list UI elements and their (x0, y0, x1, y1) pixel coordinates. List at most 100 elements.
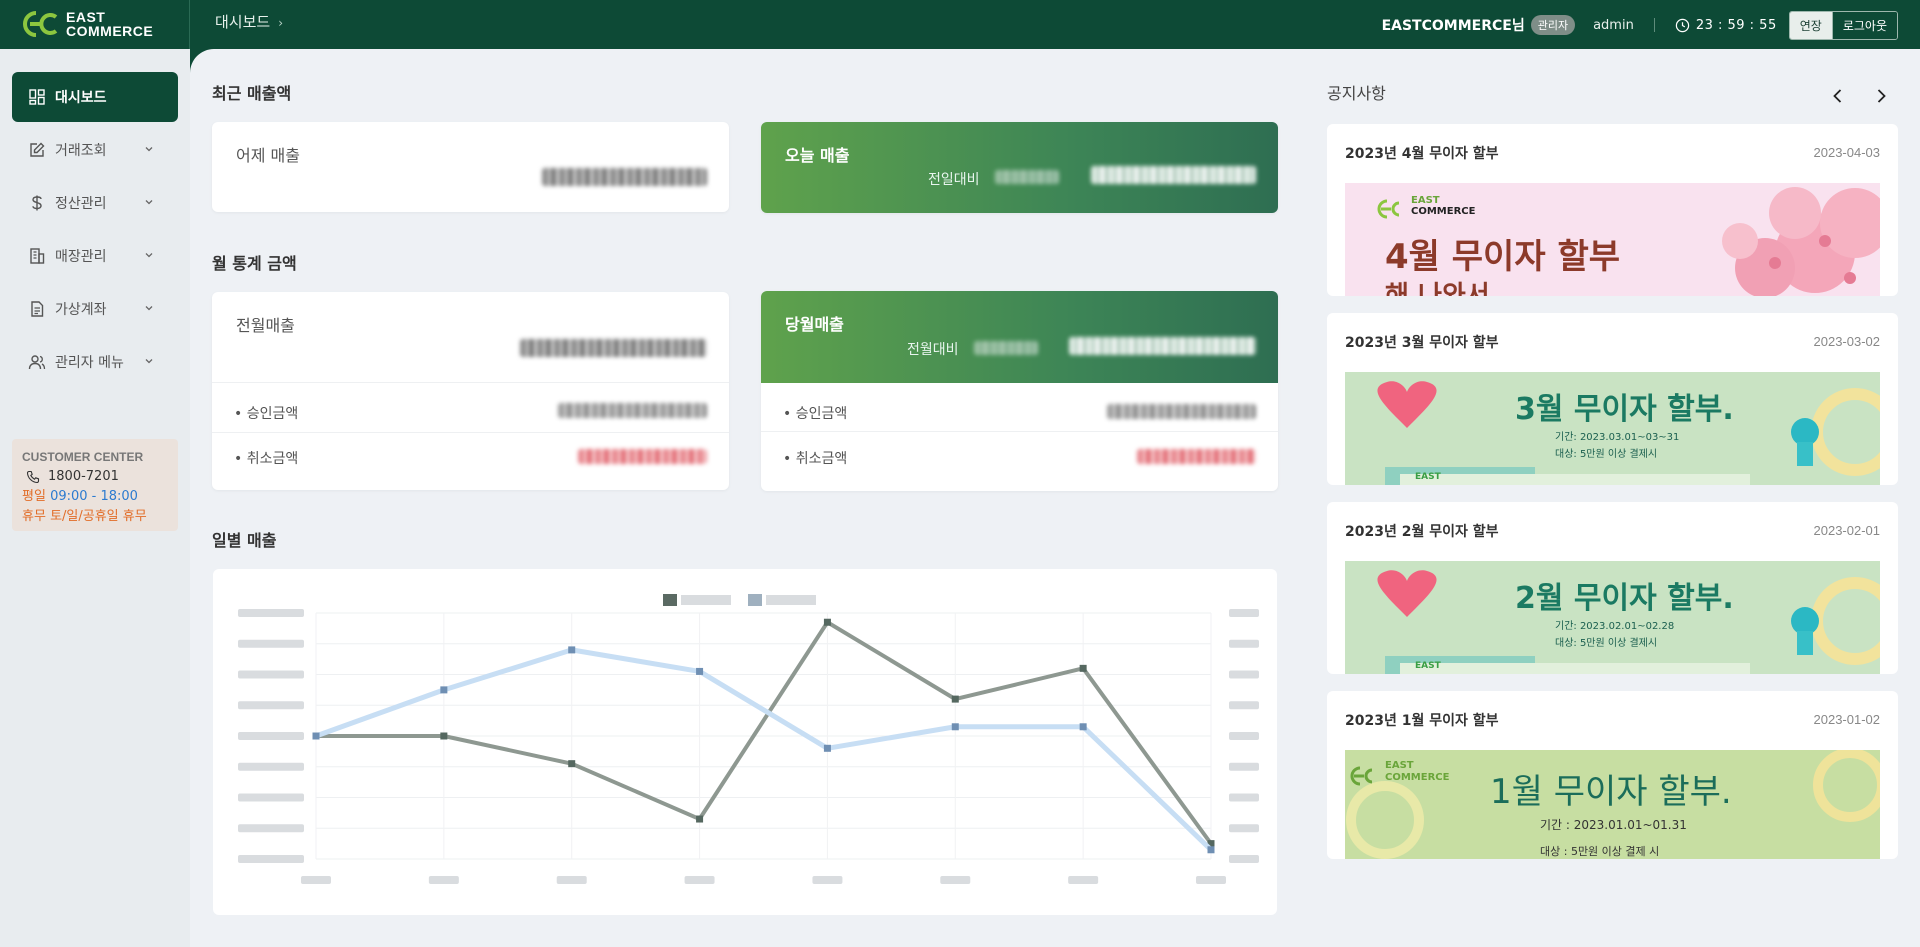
card-label: 오늘 매출 (785, 146, 850, 165)
y2-tick-label (1229, 609, 1259, 617)
data-point (696, 667, 704, 675)
notice-date: 2023-04-03 (1813, 145, 1881, 160)
sidebar-item-label: 대시보드 (55, 90, 107, 106)
divider (212, 432, 729, 433)
sidebar-item-admin-menu[interactable]: 관리자 메뉴 (12, 337, 178, 387)
prev-month-value (520, 339, 707, 357)
x-tick-label (1196, 876, 1226, 884)
prev-month-card: 전월매출 • 승인금액 • 취소금액 (212, 292, 729, 490)
y-tick-label (238, 793, 304, 802)
banner-brand: EAST (1415, 472, 1441, 482)
session-timer: 23 : 59 : 55 (1695, 17, 1777, 33)
sidebar-item-transactions[interactable]: 거래조회 (12, 125, 178, 175)
chart-canvas (238, 594, 1259, 884)
banner-title: 3월 무이자 할부. (1515, 392, 1734, 427)
notice-date: 2023-03-02 (1813, 334, 1881, 349)
x-tick-label (812, 876, 843, 884)
customer-center: CUSTOMER CENTER 1800-7201 평일 09:00 - 18:… (12, 439, 178, 531)
notice-item[interactable]: 2023년 3월 무이자 할부 2023-03-02 3월 무이자 할부. 기간… (1327, 313, 1898, 485)
chevron-down-icon (145, 306, 153, 311)
banner-period: 기간: 2023.03.01~03~31 (1555, 432, 1680, 443)
chevron-right-icon: › (278, 16, 284, 30)
building-icon (30, 248, 45, 264)
compare-value (995, 170, 1059, 184)
divider (1653, 18, 1655, 32)
breadcrumb-item[interactable]: 대시보드 (215, 13, 270, 31)
logo[interactable]: EAST COMMERCE (20, 7, 170, 41)
compare-label: 전일대비 (928, 172, 980, 188)
banner-target: 대상: 5만원 이상 결제시 (1555, 638, 1658, 649)
x-tick-label (940, 876, 971, 884)
admin-id: admin (1593, 17, 1634, 33)
prev-notice-button[interactable] (1826, 84, 1850, 108)
banner-brand: EAST (1415, 661, 1441, 671)
sidebar-item-label: 관리자 메뉴 (55, 355, 124, 371)
series-line (316, 620, 1213, 845)
notice-banner: 2월 무이자 할부. 기간: 2023.02.01~02.28 대상: 5만원 … (1345, 561, 1880, 674)
yesterday-sales-card: 어제 매출 (212, 122, 729, 212)
y2-tick-label (1229, 855, 1259, 863)
session-buttons: 연장 로그아웃 (1788, 10, 1898, 40)
y-tick-label (238, 639, 304, 648)
next-notice-button[interactable] (1869, 84, 1893, 108)
data-point (823, 618, 831, 626)
user-area: EASTCOMMERCE님 관리자 admin 23 : 59 : 55 연장 … (1382, 9, 1898, 41)
breadcrumb: 대시보드 › (215, 11, 283, 32)
sidebar-item-settlement[interactable]: 정산관리 (12, 178, 178, 228)
data-point (312, 732, 320, 740)
legend-swatch (748, 594, 762, 606)
sidebar-item-stores[interactable]: 매장관리 (12, 231, 178, 281)
curr-month-header: 당월매출 전월대비 (761, 291, 1278, 383)
banner-title: 1월 무이자 할부. (1490, 772, 1732, 812)
extend-session-button[interactable]: 연장 (1789, 11, 1832, 39)
logout-button[interactable]: 로그아웃 (1831, 11, 1897, 39)
y2-tick-label (1229, 701, 1259, 710)
banner-period: 기간 : 2023.01.01~01.31 (1540, 818, 1687, 832)
notice-item[interactable]: 2023년 1월 무이자 할부 2023-01-02 EAST COMMERCE… (1327, 691, 1898, 859)
notice-item[interactable]: 2023년 4월 무이자 할부 2023-04-03 EAST COMMERCE… (1327, 124, 1898, 296)
notice-title: 2023년 3월 무이자 할부 (1345, 335, 1499, 351)
banner-target: 대상 : 5만원 이상 결제 시 (1540, 845, 1660, 858)
weekday-label: 평일 (22, 489, 46, 504)
curr-approved-value (1107, 404, 1256, 419)
legend-label (766, 595, 816, 605)
notice-item[interactable]: 2023년 2월 무이자 할부 2023-02-01 2월 무이자 할부. 기간… (1327, 502, 1898, 674)
divider (761, 431, 1278, 432)
sidebar-item-label: 정산관리 (55, 196, 107, 212)
dashboard-icon (29, 89, 45, 105)
holiday-row: 휴무 토/일/공휴일 휴무 (22, 507, 168, 527)
approved-label: • 승인금액 (783, 406, 848, 422)
sidebar-item-label: 매장관리 (55, 249, 107, 265)
data-point (1079, 664, 1087, 672)
sidebar-item-label: 가상계좌 (55, 302, 107, 318)
y-tick-label (238, 855, 304, 863)
chevron-down-icon (145, 359, 153, 364)
y-tick-label (238, 824, 304, 833)
notice-banner: EAST COMMERCE 4월 무이자 할부 해 나와서 (1345, 183, 1880, 296)
y-tick-label (238, 609, 304, 617)
sidebar-item-dashboard[interactable]: 대시보드 (12, 72, 178, 122)
chevron-left-icon (1833, 89, 1842, 103)
y2-tick-label (1229, 732, 1259, 740)
y-tick-label (238, 670, 304, 679)
y-tick-label (238, 732, 304, 740)
cancel-label: • 취소금액 (234, 451, 299, 467)
data-point (440, 732, 448, 740)
notice-title: 2023년 4월 무이자 할부 (1345, 146, 1499, 162)
data-point (1079, 723, 1087, 731)
edit-icon (30, 142, 45, 157)
y2-tick-label (1229, 639, 1259, 648)
data-point (951, 723, 959, 731)
y2-tick-label (1229, 670, 1259, 679)
holiday-label: 휴무 (22, 509, 46, 524)
data-point (696, 815, 704, 823)
curr-month-card: 당월매출 전월대비 • 승인금액 • 취소금액 (761, 291, 1278, 491)
x-tick-label (301, 876, 331, 884)
holiday-text: 토/일/공휴일 휴무 (50, 509, 147, 524)
today-sales-value (1091, 166, 1256, 184)
y2-tick-label (1229, 824, 1259, 833)
sidebar-item-virtual-account[interactable]: 가상계좌 (12, 284, 178, 334)
chevron-down-icon (145, 253, 153, 258)
divider (189, 0, 190, 49)
banner-brand: EAST COMMERCE (1385, 760, 1450, 783)
